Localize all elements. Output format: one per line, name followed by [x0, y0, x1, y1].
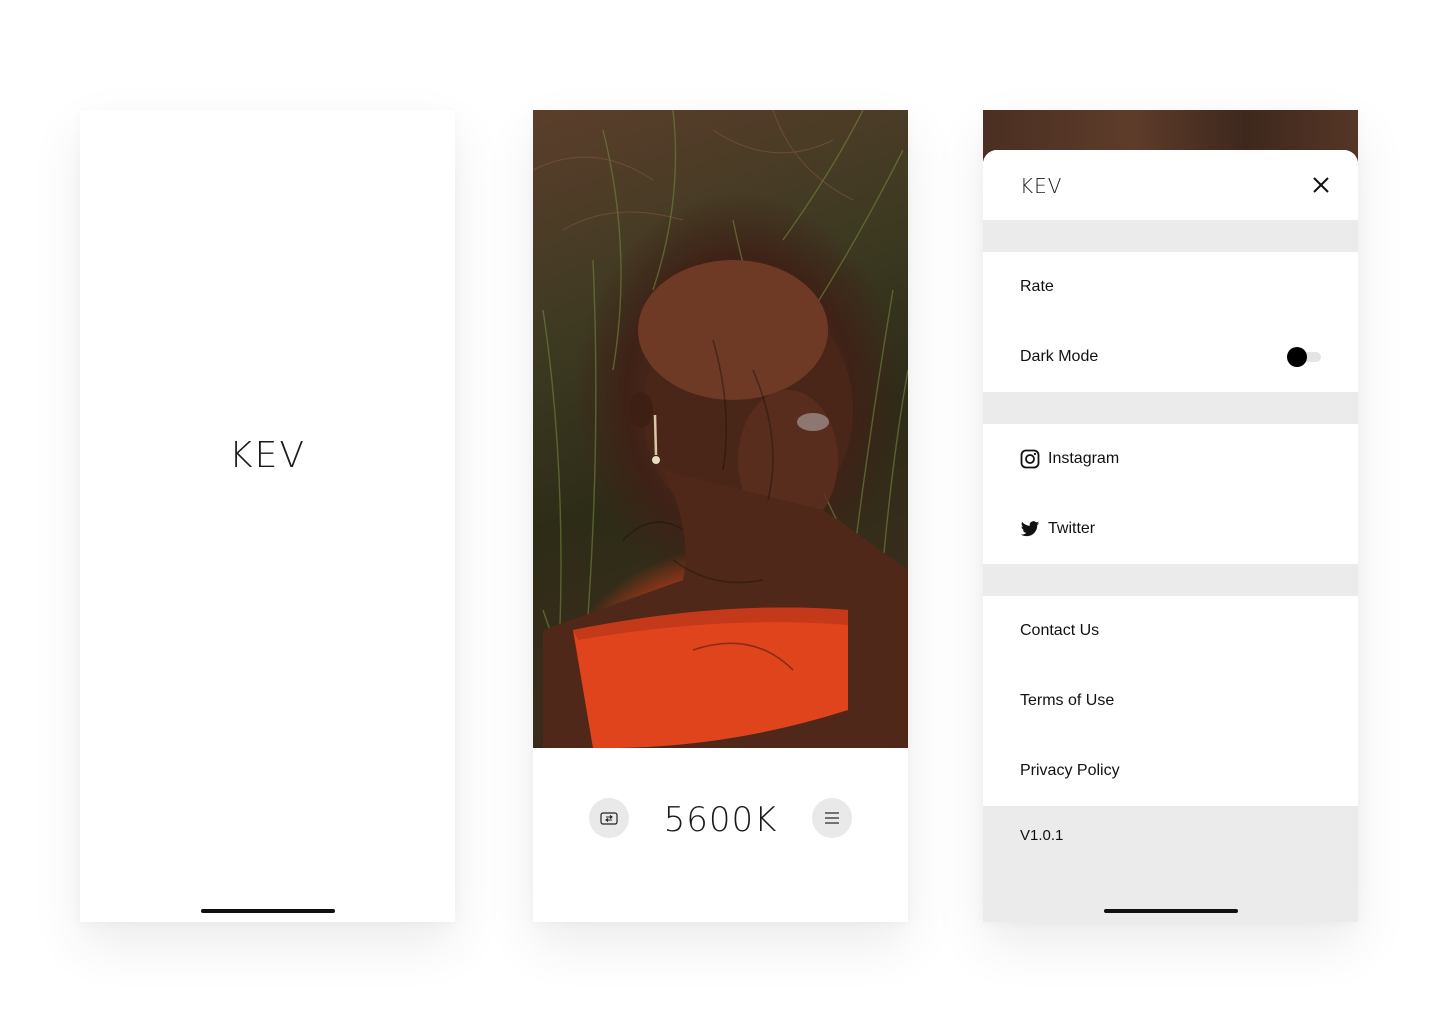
toggle-knob — [1287, 347, 1307, 367]
terms-of-use-item[interactable]: Terms of Use — [983, 666, 1358, 736]
instagram-label: Instagram — [1048, 450, 1120, 467]
instagram-icon — [1020, 449, 1040, 469]
menu-sheet: KEV Rate Dark Mode Instagram Twitter Con… — [983, 150, 1358, 922]
terms-of-use-label: Terms of Use — [1020, 692, 1115, 709]
twitter-item[interactable]: Twitter — [983, 494, 1358, 564]
twitter-icon — [1020, 519, 1040, 539]
camera-preview-photo — [533, 110, 908, 748]
section-divider — [983, 392, 1358, 424]
home-indicator[interactable] — [201, 909, 335, 913]
splash-screen: KEV — [80, 110, 455, 922]
privacy-policy-item[interactable]: Privacy Policy — [983, 736, 1358, 806]
dark-mode-toggle[interactable] — [1287, 347, 1321, 367]
open-menu-button[interactable] — [812, 798, 852, 838]
rate-item[interactable]: Rate — [983, 252, 1358, 322]
instagram-item[interactable]: Instagram — [983, 424, 1358, 494]
close-icon[interactable] — [1310, 174, 1332, 196]
menu-header: KEV — [983, 150, 1358, 220]
social-group: Instagram Twitter — [983, 424, 1358, 564]
home-indicator[interactable] — [1104, 909, 1238, 913]
camera-controls: 5600K — [533, 748, 908, 922]
dark-mode-label: Dark Mode — [1020, 348, 1099, 365]
section-divider — [983, 220, 1358, 252]
info-group: Contact Us Terms of Use Privacy Policy — [983, 596, 1358, 806]
photo-illustration — [533, 110, 908, 748]
rate-label: Rate — [1020, 278, 1054, 295]
twitter-label: Twitter — [1048, 520, 1096, 537]
app-version: V1.0.1 — [1020, 827, 1064, 844]
menu-screen: KEV Rate Dark Mode Instagram Twitter Con… — [983, 110, 1358, 922]
camera-screen: 5600K — [533, 110, 908, 922]
contact-us-item[interactable]: Contact Us — [983, 596, 1358, 666]
menu-title: KEV — [1020, 174, 1063, 198]
contact-us-label: Contact Us — [1020, 622, 1100, 639]
settings-group: Rate Dark Mode — [983, 252, 1358, 392]
dark-mode-item: Dark Mode — [983, 322, 1358, 392]
splash-logo: KEV — [229, 435, 306, 476]
hamburger-menu-icon — [825, 812, 839, 824]
section-divider — [983, 564, 1358, 596]
privacy-policy-label: Privacy Policy — [1020, 762, 1120, 779]
